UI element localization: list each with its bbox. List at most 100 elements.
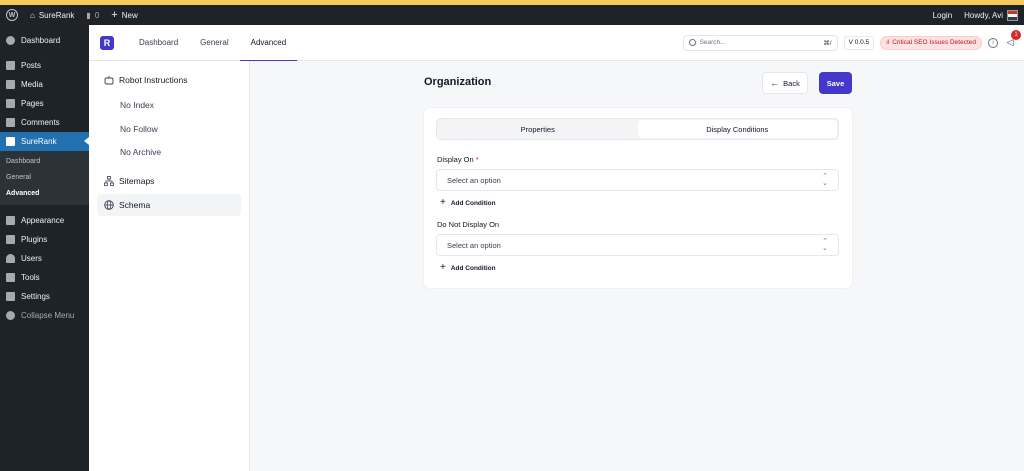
critical-issues-label: Critical SEO Issues Detected [892, 39, 976, 46]
surerank-logo[interactable]: R [100, 35, 114, 50]
menu-users[interactable]: Users [0, 249, 89, 268]
menu-settings[interactable]: Settings [0, 287, 89, 306]
nav-label: Sitemaps [119, 175, 155, 186]
page-title: Organization [424, 76, 492, 88]
critical-issues-badge[interactable]: ıl Critical SEO Issues Detected [880, 35, 982, 50]
site-name: SureRank [38, 10, 75, 20]
surerank-submenu: Dashboard General Advanced [0, 151, 89, 205]
login-label: Login [932, 10, 953, 20]
save-button[interactable]: Save [819, 72, 852, 94]
site-name-link[interactable]: ⌂ SureRank [24, 5, 80, 25]
tab-general[interactable]: General [189, 25, 239, 61]
info-icon[interactable]: i [988, 37, 998, 48]
menu-comments[interactable]: Comments [0, 113, 89, 132]
search-icon [688, 39, 696, 46]
collapse-icon [6, 311, 15, 320]
display-on-select[interactable]: Select an option ⌃ ⌄ [436, 169, 839, 191]
menu-label: Dashboard [21, 36, 61, 45]
menu-label: Pages [21, 99, 44, 108]
tab-properties[interactable]: Properties [438, 120, 638, 138]
menu-label: Plugins [21, 235, 48, 244]
menu-label: Users [21, 254, 42, 263]
comments-link[interactable]: ▮ 0 [80, 5, 105, 25]
menu-label: Comments [21, 118, 60, 127]
new-content-link[interactable]: + New [105, 5, 143, 25]
chart-bars-icon: ıl [886, 39, 890, 46]
notification-button[interactable]: ◁ 1 [1004, 29, 1021, 49]
tab-display-conditions[interactable]: Display Conditions [637, 120, 837, 138]
user-icon [6, 254, 15, 263]
login-link[interactable]: Login [927, 5, 959, 25]
nav-robot-instructions[interactable]: Robot Instructions [97, 69, 241, 91]
menu-label: Collapse Menu [21, 311, 75, 320]
comments-count: 0 [94, 10, 100, 20]
chevron-up-down-icon: ⌃ ⌄ [822, 173, 828, 187]
avatar [1007, 9, 1018, 21]
menu-dashboard[interactable]: Dashboard [0, 31, 89, 50]
surerank-header: R Dashboard General Advanced Search... ⌘… [89, 25, 1024, 61]
plus-icon: + [111, 9, 118, 21]
menu-label: Tools [21, 273, 40, 282]
comment-icon [6, 118, 15, 127]
howdy-text: Howdy, Avi [964, 10, 1003, 20]
add-condition-label: Add Condition [450, 264, 496, 272]
wordpress-icon: W [6, 9, 18, 21]
tab-dashboard[interactable]: Dashboard [128, 25, 189, 61]
schema-tabs: Properties Display Conditions [436, 118, 839, 140]
display-on-label: Display On * [437, 155, 479, 164]
advanced-settings-nav: Robot Instructions No Index No Follow No… [89, 61, 250, 471]
nav-sitemaps[interactable]: Sitemaps [97, 170, 241, 192]
search-placeholder: Search... [699, 39, 726, 46]
robot-icon [104, 76, 114, 85]
nav-schema[interactable]: Schema [97, 193, 241, 216]
settings-icon [6, 292, 15, 301]
required-mark: * [475, 155, 479, 164]
select-placeholder: Select an option [447, 175, 501, 185]
nav-no-archive[interactable]: No Archive [89, 141, 249, 165]
back-button[interactable]: ← Back [762, 72, 808, 94]
brush-icon [6, 216, 15, 225]
display-on-text: Display On [437, 155, 474, 164]
media-icon [6, 80, 15, 89]
submenu-advanced[interactable]: Advanced [0, 186, 89, 202]
menu-pages[interactable]: Pages [0, 94, 89, 113]
comment-icon: ▮ [86, 10, 91, 20]
wp-logo-menu[interactable]: W [0, 5, 24, 25]
search-input[interactable]: Search... ⌘/ [682, 34, 838, 51]
menu-plugins[interactable]: Plugins [0, 230, 89, 249]
wp-admin-menu: Dashboard Posts Media Pages Comments Sur… [0, 25, 89, 471]
add-condition-button[interactable]: + Add Condition [440, 263, 496, 273]
page-icon [6, 99, 15, 108]
nav-no-index[interactable]: No Index [89, 94, 249, 118]
version-badge: V 0.0.5 [843, 35, 875, 50]
nav-no-follow[interactable]: No Follow [89, 118, 249, 142]
select-placeholder: Select an option [447, 240, 501, 250]
add-condition-button[interactable]: + Add Condition [440, 198, 496, 208]
account-menu[interactable]: Howdy, Avi [958, 5, 1024, 25]
collapse-menu[interactable]: Collapse Menu [0, 306, 89, 325]
schema-settings-card: Properties Display Conditions Display On… [424, 108, 852, 288]
tab-advanced[interactable]: Advanced [239, 25, 298, 61]
menu-tools[interactable]: Tools [0, 268, 89, 287]
home-icon: ⌂ [30, 10, 35, 20]
nav-label: Schema [119, 199, 151, 210]
dashboard-icon [6, 36, 15, 45]
back-label: Back [783, 78, 800, 88]
menu-appearance[interactable]: Appearance [0, 211, 89, 230]
submenu-general[interactable]: General [0, 170, 89, 186]
menu-media[interactable]: Media [0, 75, 89, 94]
menu-label: Settings [21, 292, 50, 301]
new-label: New [121, 10, 138, 20]
do-not-display-select[interactable]: Select an option ⌃ ⌄ [436, 234, 839, 256]
sitemap-icon [104, 175, 114, 186]
menu-label: Media [21, 80, 43, 89]
submenu-dashboard[interactable]: Dashboard [0, 154, 89, 170]
plug-icon [6, 235, 15, 244]
add-condition-label: Add Condition [450, 199, 496, 207]
menu-surerank[interactable]: SureRank [0, 132, 89, 151]
plus-icon: + [440, 262, 446, 273]
wp-admin-bar: W ⌂ SureRank ▮ 0 + New Login Howdy, Avi [0, 5, 1024, 25]
notification-count: 1 [1011, 29, 1021, 40]
globe-icon [104, 199, 114, 210]
menu-posts[interactable]: Posts [0, 56, 89, 75]
